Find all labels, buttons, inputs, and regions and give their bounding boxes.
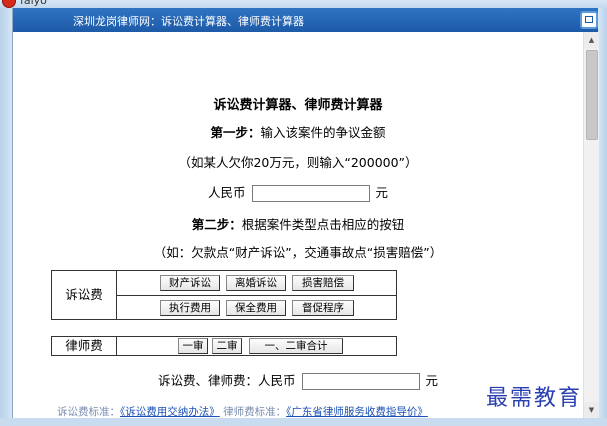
property-lawsuit-button[interactable]: 财产诉讼 (160, 275, 220, 291)
amount-prefix: 人民币 (207, 185, 246, 200)
window-titlebar: falyo (0, 0, 607, 8)
execution-fee-button[interactable]: 执行费用 (160, 300, 220, 316)
page-title: 诉讼费计算器、律师费计算器 (213, 98, 383, 113)
footer-text-litigation: 诉讼费标准： (57, 406, 120, 418)
amount-input[interactable] (251, 185, 370, 202)
window-frame-right (598, 8, 607, 426)
total-label: 诉讼费、律师费：人民币 (157, 373, 296, 388)
litigation-fee-table: 诉讼费 财产诉讼 离婚诉讼 损害赔偿 执行费用 保全费用 督促程序 (51, 270, 397, 320)
footer-text-lawyer: 律师费标准： (223, 406, 287, 418)
lawyer-standard-link[interactable]: 《广东省律师服务收费指导价》 (286, 406, 428, 418)
window-title: falyo (20, 0, 47, 7)
window-frame-bottom (0, 418, 607, 426)
watermark-logo: 最需教育 (486, 380, 583, 412)
calculator-content: 诉讼费计算器、律师费计算器 第一步：输入该案件的争议金额 （如某人欠你20万元，… (13, 32, 583, 418)
divorce-lawsuit-button[interactable]: 离婚诉讼 (226, 275, 286, 291)
scroll-thumb[interactable] (586, 50, 598, 140)
amount-row: 人民币 元 (13, 182, 583, 202)
second-instance-button[interactable]: 二审 (212, 338, 242, 354)
supervision-procedure-button[interactable]: 督促程序 (292, 300, 354, 316)
combined-instance-button[interactable]: 一、二审合计 (249, 338, 343, 354)
step1-label: 第一步： (210, 125, 261, 140)
table-divider (116, 295, 397, 296)
step2-line: 第二步：根据案件类型点击相应的按钮 (13, 214, 583, 233)
litigation-standard-link[interactable]: 《诉讼费用交纳办法》 (120, 406, 220, 418)
lawyer-label: 律师费 (52, 337, 117, 355)
app-icon (2, 0, 16, 8)
step2-label: 第二步： (191, 217, 242, 232)
step1-line: 第一步：输入该案件的争议金额 (13, 122, 583, 141)
total-output[interactable] (301, 373, 420, 390)
example2-text: （如：欠款点“财产诉讼”，交通事故点“损害赔偿”） (153, 245, 443, 260)
first-instance-button[interactable]: 一审 (178, 338, 208, 354)
step2-text: 根据案件类型点击相应的按钮 (241, 217, 405, 232)
amount-unit: 元 (375, 185, 389, 200)
litigation-label: 诉讼费 (52, 271, 117, 319)
header-title: 深圳龙岗律师网：诉讼费计算器、律师费计算器 (73, 15, 304, 28)
vertical-scrollbar[interactable]: ▲ ▼ (583, 32, 599, 418)
damages-button[interactable]: 损害赔偿 (292, 275, 354, 291)
page-header: 深圳龙岗律师网：诉讼费计算器、律师费计算器 (13, 8, 598, 32)
scroll-up-arrow-icon[interactable]: ▲ (584, 32, 599, 48)
restore-icon[interactable] (580, 11, 598, 29)
scroll-down-arrow-icon[interactable]: ▼ (584, 402, 599, 418)
preservation-fee-button[interactable]: 保全费用 (226, 300, 286, 316)
lawyer-fee-table: 律师费 一审 二审 一、二审合计 (51, 336, 397, 356)
window-frame-left (0, 8, 13, 426)
example1-text: （如某人欠你20万元，则输入“200000”） (178, 155, 418, 170)
footer-links: 诉讼费标准：《诉讼费用交纳办法》 律师费标准：《广东省律师服务收费指导价》 (57, 404, 428, 418)
total-unit: 元 (425, 373, 439, 388)
step1-text: 输入该案件的争议金额 (260, 125, 386, 140)
